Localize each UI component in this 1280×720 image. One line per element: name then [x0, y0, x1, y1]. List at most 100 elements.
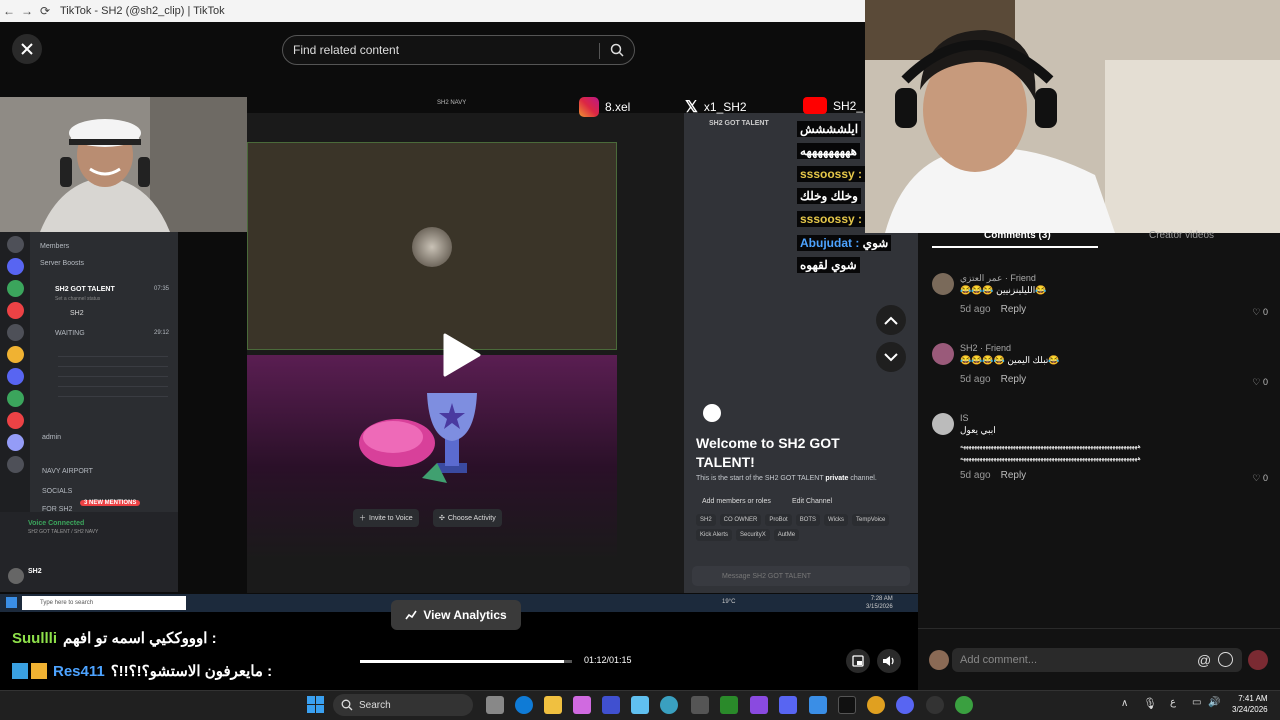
role-tag[interactable]: SecurityX [736, 529, 770, 541]
instagram-icon [579, 97, 599, 117]
comment-author[interactable]: عمر العتزي · Friend [960, 273, 1036, 284]
server-boosts-item[interactable]: Server Boosts [40, 260, 84, 267]
search-input[interactable]: Find related content [282, 35, 635, 65]
pip-button[interactable] [846, 649, 870, 673]
avatar[interactable] [932, 343, 954, 365]
channel-status[interactable]: Set a channel status [55, 296, 100, 302]
channel-socials[interactable]: SOCIALS [42, 488, 72, 495]
overlay-chat-line: sssoossy : [797, 211, 866, 227]
play-button[interactable] [441, 333, 481, 377]
edit-channel-button[interactable]: Edit Channel [786, 492, 838, 510]
reply-button[interactable]: Reply [1001, 470, 1027, 481]
new-mentions-badge[interactable]: 3 NEW MENTIONS [80, 500, 141, 506]
reply-button[interactable]: Reply [1001, 374, 1027, 385]
server-icon[interactable] [7, 258, 24, 275]
server-icon[interactable] [7, 236, 24, 253]
task-view-icon[interactable] [486, 696, 504, 714]
role-tag[interactable]: Kick Alerts [696, 529, 733, 541]
keyboard-language[interactable]: ع [1170, 697, 1176, 708]
at-icon[interactable]: @ [1197, 652, 1211, 668]
send-icon[interactable] [1248, 650, 1268, 670]
add-comment-placeholder: Add comment... [960, 654, 1038, 666]
reload-icon[interactable]: ⟳ [36, 2, 54, 20]
role-tag[interactable]: CO OWNER [719, 514, 762, 526]
microphone-icon[interactable]: 🎙 [1143, 697, 1157, 710]
server-icon[interactable] [7, 390, 24, 407]
comment-text: 😂😂😂😂 تبلك اليمين😂 [960, 355, 1060, 365]
progress-bar[interactable] [360, 660, 572, 663]
taskbar-clock[interactable]: 7:41 AM 3/24/2026 [1232, 693, 1268, 715]
invite-to-voice-button[interactable]: ＋ Invite to Voice [353, 509, 419, 527]
comment-age: 5d ago [960, 304, 991, 315]
app-icon[interactable] [750, 696, 768, 714]
volume-icon[interactable]: 🔊 [1208, 697, 1220, 708]
role-tag[interactable]: AutMe [773, 529, 800, 541]
volume-button[interactable] [877, 649, 901, 673]
avatar[interactable] [932, 273, 954, 295]
discord-message-input[interactable]: Message SH2 GOT TALENT [692, 566, 910, 586]
like-button[interactable]: ♡ 0 [1252, 307, 1268, 318]
emoji-icon[interactable] [1218, 652, 1233, 667]
edge-icon[interactable] [515, 696, 533, 714]
arrow-right-icon[interactable]: → [18, 2, 36, 20]
waiting-timer: 29:12 [154, 330, 170, 336]
welcome-subtitle-bold: private [825, 475, 849, 482]
close-button[interactable] [12, 34, 42, 64]
search-icon[interactable] [610, 43, 624, 57]
discord-icon[interactable] [896, 696, 914, 714]
next-video-button[interactable] [876, 342, 906, 372]
welcome-subtitle-pre: This is the start of the SH2 GOT TALENT [696, 475, 826, 482]
app-icon[interactable] [573, 696, 591, 714]
channel-got-talent[interactable]: SH2 GOT TALENT [55, 286, 115, 293]
tab-creator-videos[interactable]: Creator videos [1149, 230, 1214, 241]
xbox-icon[interactable] [720, 696, 738, 714]
chrome-icon[interactable] [867, 696, 885, 714]
app-icon[interactable] [926, 696, 944, 714]
previous-video-button[interactable] [876, 305, 906, 335]
app-icon[interactable] [660, 696, 678, 714]
like-button[interactable]: ♡ 0 [1252, 473, 1268, 484]
channel-waiting[interactable]: WAITING [55, 330, 85, 337]
server-icon[interactable] [7, 280, 24, 297]
server-icon[interactable] [7, 324, 24, 341]
tab-comments[interactable]: Comments (3) [984, 230, 1051, 241]
role-tag[interactable]: SH2 [696, 514, 716, 526]
app-icon[interactable] [631, 696, 649, 714]
add-members-button[interactable]: Add members or roles [696, 492, 777, 510]
choose-activity-button[interactable]: ✣ Choose Activity [433, 509, 502, 527]
app-icon[interactable] [602, 696, 620, 714]
file-explorer-icon[interactable] [544, 696, 562, 714]
role-tag[interactable]: ProBot [765, 514, 792, 526]
channel-navy-airport[interactable]: NAVY AIRPORT [42, 468, 93, 475]
server-icon[interactable] [7, 302, 24, 319]
app-icon[interactable] [779, 696, 797, 714]
channel-admin[interactable]: admin [42, 434, 61, 441]
server-icon[interactable] [7, 412, 24, 429]
server-icon[interactable] [7, 346, 24, 363]
comment-author[interactable]: IS [960, 413, 969, 423]
comment-author[interactable]: SH2 · Friend [960, 343, 1011, 353]
voice-user-sh2[interactable]: SH2 [70, 310, 84, 317]
role-tag[interactable]: BOTS [795, 514, 821, 526]
chrome-icon[interactable] [955, 696, 973, 714]
app-icon[interactable] [809, 696, 827, 714]
app-icon[interactable] [691, 696, 709, 714]
server-icon[interactable] [7, 456, 24, 473]
tray-chevron-icon[interactable]: ∧ [1121, 698, 1128, 709]
view-analytics-button[interactable]: View Analytics [391, 600, 521, 630]
server-icon[interactable] [7, 434, 24, 451]
network-icon[interactable]: ▭ [1192, 697, 1201, 708]
role-tag[interactable]: TempVoice [852, 514, 890, 526]
avatar[interactable] [932, 413, 954, 435]
tiktok-icon[interactable] [838, 696, 856, 714]
taskbar-search[interactable]: Search [333, 694, 473, 716]
arrow-left-icon[interactable]: ← [0, 2, 18, 20]
like-button[interactable]: ♡ 0 [1252, 377, 1268, 388]
server-icon[interactable] [7, 368, 24, 385]
discord-avatar[interactable] [8, 568, 24, 584]
role-tag[interactable]: Wicks [824, 514, 849, 526]
windows-start-icon[interactable] [307, 696, 324, 713]
members-item[interactable]: Members [40, 243, 69, 250]
comment-text-line: هههههههههههههههههههههههههههههههههههههههه… [960, 444, 1141, 450]
reply-button[interactable]: Reply [1001, 304, 1027, 315]
